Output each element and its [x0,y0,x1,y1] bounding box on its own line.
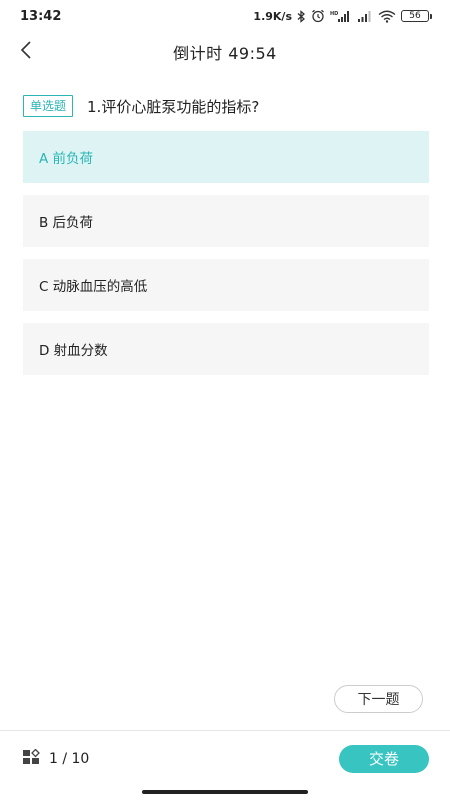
option-label: C 动脉血压的高低 [39,279,148,295]
network-speed: 1.9K/s [253,9,292,23]
countdown-title: 倒计时 49:54 [173,44,277,63]
option-a[interactable]: A 前负荷 [23,131,429,183]
chevron-left-icon [19,40,33,64]
status-icons: 1.9K/s HD 56 [253,9,432,23]
option-c[interactable]: C 动脉血压的高低 [23,259,429,311]
next-question-button[interactable]: 下一题 [334,685,423,713]
battery-icon: 56 [401,10,432,22]
progress-count: 1 / 10 [49,750,90,767]
option-label: B 后负荷 [39,215,94,231]
bottom-bar: 1 / 10 交卷 [0,731,450,786]
battery-level: 56 [401,10,429,22]
status-time: 13:42 [20,8,62,24]
home-indicator[interactable] [142,790,308,794]
signal-icon: HD [330,10,352,23]
option-label: D 射血分数 [39,343,108,359]
submit-exam-button[interactable]: 交卷 [339,744,429,773]
alarm-icon [311,9,325,23]
option-b[interactable]: B 后负荷 [23,195,429,247]
question-header: 单选题 1.评价心脏泵功能的指标? [23,95,430,117]
option-label: A 前负荷 [39,151,94,167]
hd-label: HD [330,11,338,17]
nav-bar: 倒计时 49:54 [0,32,450,72]
bluetooth-icon [297,9,306,23]
option-d[interactable]: D 射血分数 [23,323,429,375]
status-bar: 13:42 1.9K/s HD 56 [0,0,450,32]
question-type-badge: 单选题 [23,95,74,117]
question-text: 1.评价心脏泵功能的指标? [87,97,260,116]
options-list: A 前负荷 B 后负荷 C 动脉血压的高低 D 射血分数 [23,131,429,387]
signal-icon-2 [357,10,373,23]
back-button[interactable] [10,36,42,68]
grid-icon [23,748,41,769]
question-navigator[interactable]: 1 / 10 [23,748,90,769]
wifi-icon [378,10,396,23]
